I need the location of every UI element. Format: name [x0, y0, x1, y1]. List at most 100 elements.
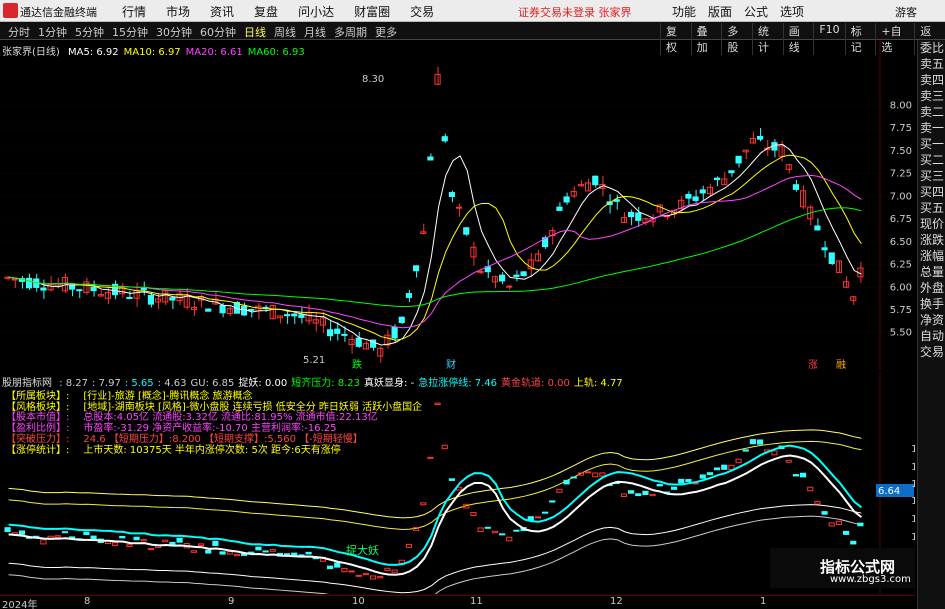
- indicator-candle: [205, 549, 212, 554]
- menu-item-review[interactable]: 复盘: [244, 3, 288, 20]
- ma-value: MA10: 6.97: [123, 47, 181, 58]
- candlestick-chart[interactable]: 8.00 7.75 7.50 7.25 7.00 6.75 6.50 6.25 6.00 5.75…: [0, 40, 915, 370]
- info-line-text: [行业]-旅游 [概念]-腾讯概念 旅游概念: [83, 391, 253, 402]
- indicator-candle: [233, 553, 240, 557]
- menu-item-function[interactable]: 功能: [666, 3, 702, 20]
- indicator-candle: [61, 531, 68, 534]
- event-marker[interactable]: 财: [446, 358, 456, 370]
- indicator-value: : 8.27: [59, 378, 89, 389]
- ma-line: [8, 143, 862, 346]
- indicator-candle: [542, 511, 549, 514]
- app-logo-icon: [3, 3, 18, 18]
- indicator-candle: [477, 527, 484, 532]
- menu-item-formula[interactable]: 公式: [738, 3, 774, 20]
- candle: [828, 252, 835, 265]
- period-tab[interactable]: 周线: [270, 24, 300, 40]
- indicator-value: : 4.63: [157, 378, 187, 389]
- indicator-candle: [377, 576, 384, 579]
- indicator-candle: [706, 472, 713, 476]
- indicator-candle: [549, 500, 556, 503]
- candle: [140, 287, 147, 291]
- menu-item-wealth[interactable]: 财富圈: [344, 3, 400, 20]
- period-tab[interactable]: 15分钟: [108, 24, 152, 40]
- indicator-candle: [785, 459, 792, 463]
- menu-item-market[interactable]: 市场: [156, 3, 200, 20]
- period-tab[interactable]: 5分钟: [71, 24, 108, 40]
- info-line-text: 总股本:4.05亿 流通股:3.32亿 流通比:81.95% 流通市值:22.1…: [83, 412, 378, 424]
- indicator-candle: [835, 520, 842, 526]
- indicator-candle: [190, 550, 197, 553]
- indicator-candle: [427, 456, 434, 459]
- indicator-value: 真妖显身: -: [364, 378, 415, 389]
- indicator-candle: [649, 493, 656, 497]
- lower-y-tick: 14:48: [911, 496, 915, 507]
- y-tick-label: 7.00: [890, 191, 912, 202]
- period-tab[interactable]: 分时: [4, 24, 34, 40]
- order-book-label: 卖五: [919, 57, 944, 71]
- watermark-url: www.zbgs3.com: [830, 574, 911, 585]
- indicator-candle: [556, 488, 563, 493]
- period-tab[interactable]: 更多: [371, 24, 401, 40]
- indicator-candle: [792, 474, 799, 477]
- guest-label[interactable]: 游客: [895, 4, 917, 20]
- x-tick-label: 8: [84, 596, 91, 607]
- event-marker[interactable]: 涨: [808, 359, 818, 370]
- indicator-value: 上轨: 4.77: [573, 378, 623, 389]
- lower-y-tick: 14:48: [911, 514, 915, 525]
- y-tick-label: 7.75: [890, 123, 912, 134]
- period-tab[interactable]: 多周期: [330, 24, 371, 40]
- menu-item-layout[interactable]: 版面: [702, 3, 738, 20]
- indicator-candle: [628, 490, 635, 494]
- period-tab[interactable]: 月线: [300, 24, 330, 40]
- indicator-candle: [642, 490, 649, 496]
- period-tab[interactable]: 日线: [240, 24, 270, 40]
- candle: [405, 293, 413, 298]
- indicator-candle: [534, 516, 541, 519]
- menu-item-trade[interactable]: 交易: [400, 3, 444, 20]
- menu-item-ask[interactable]: 问小达: [288, 3, 344, 20]
- menu-item-news[interactable]: 资讯: [200, 3, 244, 20]
- indicator-candle: [749, 439, 756, 445]
- candle: [463, 227, 470, 235]
- indicator-candle: [362, 573, 370, 576]
- x-tick-label: 2024年: [2, 600, 38, 609]
- period-toolbar: 分时 1分钟 5分钟 15分钟 30分钟 60分钟 日线 周线 月线 多周期 更多 复权 叠加 多股 统计…: [0, 22, 945, 55]
- menu-item-quotes[interactable]: 行情: [112, 3, 156, 20]
- indicator-value: 短齐压力: 8.23: [291, 378, 361, 389]
- indicator-candle: [699, 474, 706, 479]
- candle: [506, 285, 513, 288]
- indicator-candle: [585, 471, 592, 474]
- indicator-candle: [212, 540, 219, 546]
- candle: [205, 308, 212, 312]
- watermark: 指标公式网 www.zbgs3.com: [770, 548, 915, 588]
- event-marker[interactable]: 融: [836, 359, 846, 370]
- order-book-label: 卖一: [919, 121, 944, 135]
- indicator-name[interactable]: 股朋指标网: [2, 378, 52, 389]
- indicator-candle: [327, 565, 334, 570]
- indicator-candle: [269, 549, 276, 552]
- login-warning[interactable]: 证券交易未登录 张家界: [518, 4, 632, 20]
- period-tab[interactable]: 1分钟: [34, 24, 71, 40]
- indicator-candle: [656, 483, 663, 487]
- period-tab[interactable]: 60分钟: [196, 24, 240, 40]
- lower-y-tick: 14:48: [911, 479, 915, 490]
- event-marker[interactable]: 跌: [352, 358, 362, 370]
- candle: [620, 217, 627, 223]
- info-line-label: 【盈利比例】:: [6, 423, 70, 435]
- indicator-candle: [305, 551, 312, 555]
- candle: [792, 184, 799, 190]
- info-line-label: 【所属板块】:: [6, 391, 70, 402]
- candle: [126, 296, 133, 299]
- period-tabs: 分时 1分钟 5分钟 15分钟 30分钟 60分钟 日线 周线 月线 多周期 更多: [4, 24, 401, 40]
- indicator-candle: [599, 472, 606, 477]
- indicator-candle: [620, 493, 627, 497]
- candle: [305, 312, 312, 322]
- y-tick-label: 6.00: [890, 282, 912, 293]
- period-tab[interactable]: 30分钟: [152, 24, 196, 40]
- indicator-candle: [857, 522, 864, 527]
- signal-annotation: 捉大妖: [346, 543, 379, 557]
- info-line-label: 【股本市值】:: [6, 412, 70, 424]
- menu-item-options[interactable]: 选项: [774, 3, 810, 20]
- order-book-label: 卖三: [919, 89, 944, 103]
- indicator-candle: [721, 464, 728, 470]
